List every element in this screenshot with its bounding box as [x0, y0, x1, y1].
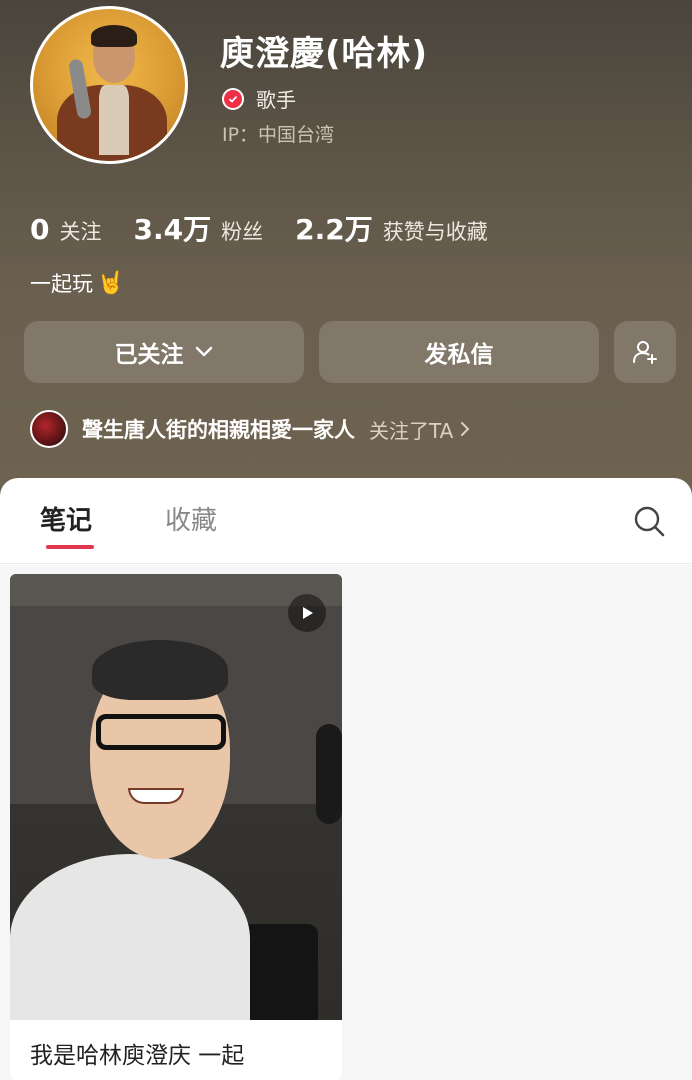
stats-row: 0 关注 3.4万 粉丝 2.2万 获赞与收藏 [30, 208, 520, 248]
likes-count[interactable]: 2.2万 [295, 208, 373, 248]
message-button-label: 发私信 [424, 342, 494, 368]
chevron-right-icon [461, 422, 470, 436]
likes-label[interactable]: 获赞与收藏 [383, 216, 488, 246]
tab-notes[interactable]: 笔记 [40, 500, 92, 537]
profile-header: 庾澄慶(哈林) 歌手 IP：中国台湾 0 关注 3.4万 粉丝 2.2万 获赞与… [0, 0, 692, 500]
follower-action: 关注了TA [369, 415, 471, 444]
tab-favorites[interactable]: 收藏 [165, 500, 217, 537]
note-title: 我是哈林庾澄庆 一起 [30, 1043, 245, 1069]
following-count[interactable]: 0 [30, 213, 49, 246]
follower-name: 聲生唐人街的相親相愛一家人 [82, 418, 355, 442]
followed-button[interactable]: 已关注 [24, 321, 304, 383]
followed-button-label: 已关注 [114, 342, 184, 368]
content-sheet: 笔记 收藏 我是哈林庾澄庆 一起 [0, 478, 692, 1080]
avatar-hair [91, 25, 137, 47]
add-friend-button[interactable] [614, 321, 676, 383]
add-user-icon [633, 341, 657, 364]
search-icon[interactable] [632, 504, 666, 538]
message-button[interactable]: 发私信 [319, 321, 599, 383]
note-thumbnail [10, 574, 342, 1020]
follower-action-text: 关注了TA [369, 418, 454, 443]
chevron-down-icon [195, 346, 212, 357]
verified-check-icon [222, 87, 244, 110]
avatar-shirt [99, 85, 129, 155]
follower-avatar [30, 410, 68, 448]
bio-text: 一起玩 [30, 272, 93, 296]
video-play-icon [288, 594, 326, 632]
mutual-follow-row[interactable]: 聲生唐人街的相親相愛一家人 关注了TA [30, 410, 471, 448]
profile-avatar[interactable] [30, 6, 188, 164]
ip-location: IP：中国台湾 [222, 124, 335, 146]
profile-name: 庾澄慶(哈林) [220, 34, 429, 74]
following-label[interactable]: 关注 [59, 216, 101, 246]
active-tab-indicator [46, 545, 94, 549]
bio: 一起玩 🤘 [30, 268, 124, 298]
note-card[interactable]: 我是哈林庾澄庆 一起 [10, 574, 342, 1080]
fans-label[interactable]: 粉丝 [221, 216, 263, 246]
verified-label: 歌手 [256, 88, 296, 112]
rock-hand-emoji: 🤘 [97, 270, 125, 296]
fans-count[interactable]: 3.4万 [133, 208, 211, 248]
verified-row: 歌手 [222, 84, 296, 113]
tab-bar: 笔记 收藏 [0, 478, 692, 564]
